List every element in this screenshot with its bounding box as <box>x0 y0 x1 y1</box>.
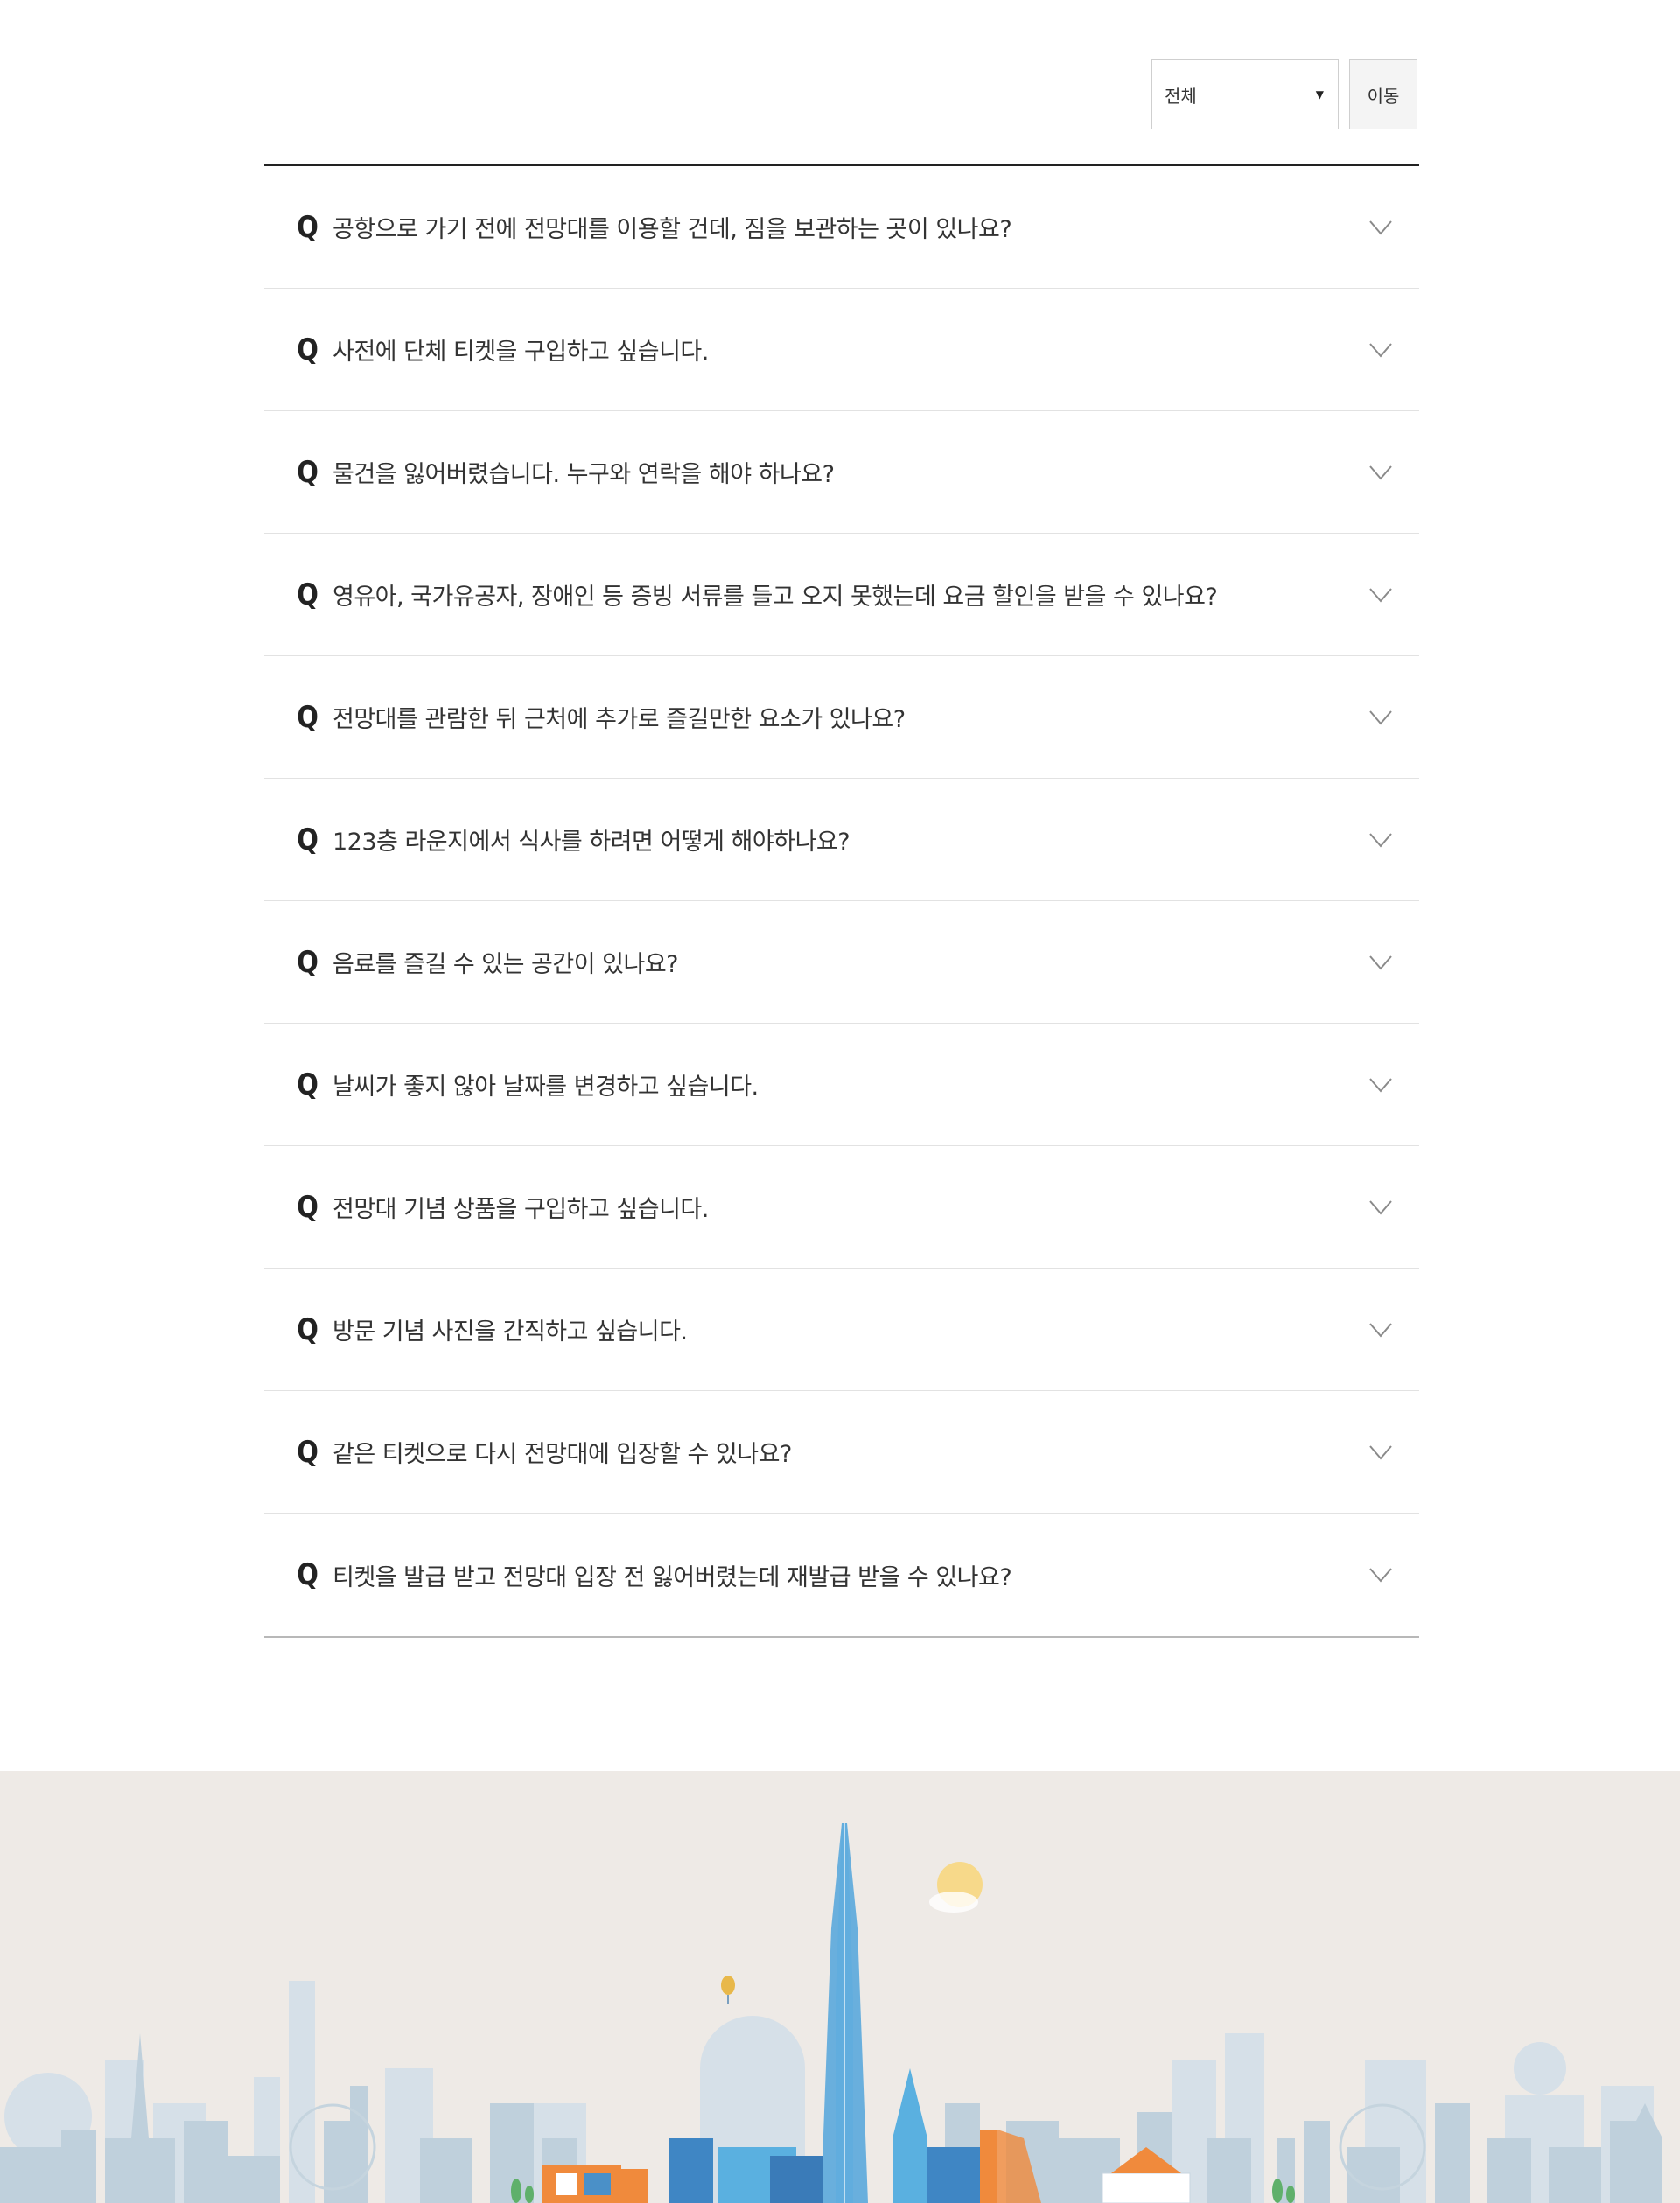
question-marker: Q <box>297 1189 318 1225</box>
question-marker: Q <box>297 944 318 980</box>
question-marker: Q <box>297 209 318 245</box>
faq-item[interactable]: Q 사전에 단체 티켓을 구입하고 싶습니다. <box>264 289 1419 411</box>
question-marker: Q <box>297 332 318 367</box>
dropdown-arrow-icon: ▼ <box>1315 88 1324 101</box>
faq-question-text: 123층 라운지에서 식사를 하려면 어떻게 해야하나요? <box>332 829 850 856</box>
faq-question-text: 같은 티켓으로 다시 전망대에 입장할 수 있나요? <box>332 1441 792 1468</box>
faq-item[interactable]: Q 음료를 즐길 수 있는 공간이 있나요? <box>264 901 1419 1024</box>
footer-skyline-illustration <box>0 1771 1680 2203</box>
question-marker: Q <box>297 699 318 735</box>
category-select-value: 전체 <box>1165 85 1197 107</box>
faq-item[interactable]: Q 전망대 기념 상품을 구입하고 싶습니다. <box>264 1146 1419 1269</box>
faq-list: Q 공항으로 가기 전에 전망대를 이용할 건데, 짐을 보관하는 곳이 있나요?… <box>264 164 1419 1638</box>
chevron-down-icon[interactable] <box>1368 1077 1393 1093</box>
faq-question-text: 방문 기념 사진을 간직하고 싶습니다. <box>332 1318 688 1346</box>
city-skyline-image <box>0 1823 1662 2203</box>
chevron-down-icon[interactable] <box>1368 1322 1393 1338</box>
chevron-down-icon[interactable] <box>1368 1199 1393 1215</box>
faq-item[interactable]: Q 물건을 잃어버렸습니다. 누구와 연락을 해야 하나요? <box>264 411 1419 534</box>
chevron-down-icon[interactable] <box>1368 832 1393 848</box>
faq-question-text: 티켓을 발급 받고 전망대 입장 전 잃어버렸는데 재발급 받을 수 있나요? <box>332 1563 1012 1591</box>
chevron-down-icon[interactable] <box>1368 710 1393 725</box>
faq-item[interactable]: Q 공항으로 가기 전에 전망대를 이용할 건데, 짐을 보관하는 곳이 있나요? <box>264 166 1419 289</box>
chevron-down-icon[interactable] <box>1368 342 1393 358</box>
category-select[interactable]: 전체 ▼ <box>1152 59 1339 129</box>
faq-question-text: 물건을 잃어버렸습니다. 누구와 연락을 해야 하나요? <box>332 461 835 488</box>
chevron-down-icon[interactable] <box>1368 220 1393 235</box>
faq-question-text: 날씨가 좋지 않아 날짜를 변경하고 싶습니다. <box>332 1074 759 1101</box>
go-button[interactable]: 이동 <box>1349 59 1418 129</box>
faq-question-text: 음료를 즐길 수 있는 공간이 있나요? <box>332 951 679 978</box>
question-marker: Q <box>297 1434 318 1470</box>
faq-question-text: 사전에 단체 티켓을 구입하고 싶습니다. <box>332 339 709 366</box>
faq-item[interactable]: Q 방문 기념 사진을 간직하고 싶습니다. <box>264 1269 1419 1391</box>
faq-item[interactable]: Q 티켓을 발급 받고 전망대 입장 전 잃어버렸는데 재발급 받을 수 있나요? <box>264 1514 1419 1636</box>
question-marker: Q <box>297 454 318 490</box>
faq-item[interactable]: Q 영유아, 국가유공자, 장애인 등 증빙 서류를 들고 오지 못했는데 요금 … <box>264 534 1419 656</box>
question-marker: Q <box>297 1311 318 1347</box>
chevron-down-icon[interactable] <box>1368 587 1393 603</box>
question-marker: Q <box>297 577 318 612</box>
chevron-down-icon[interactable] <box>1368 1444 1393 1460</box>
faq-question-text: 전망대를 관람한 뒤 근처에 추가로 즐길만한 요소가 있나요? <box>332 706 906 733</box>
faq-question-text: 전망대 기념 상품을 구입하고 싶습니다. <box>332 1196 709 1223</box>
faq-question-text: 공항으로 가기 전에 전망대를 이용할 건데, 짐을 보관하는 곳이 있나요? <box>332 216 1012 243</box>
faq-item[interactable]: Q 같은 티켓으로 다시 전망대에 입장할 수 있나요? <box>264 1391 1419 1514</box>
question-marker: Q <box>297 822 318 857</box>
category-filter-bar: 전체 ▼ 이동 <box>1152 59 1419 131</box>
faq-item[interactable]: Q 날씨가 좋지 않아 날짜를 변경하고 싶습니다. <box>264 1024 1419 1146</box>
question-marker: Q <box>297 1067 318 1102</box>
faq-question-text: 영유아, 국가유공자, 장애인 등 증빙 서류를 들고 오지 못했는데 요금 할… <box>332 584 1218 611</box>
question-marker: Q <box>297 1557 318 1592</box>
chevron-down-icon[interactable] <box>1368 1567 1393 1583</box>
faq-item[interactable]: Q 123층 라운지에서 식사를 하려면 어떻게 해야하나요? <box>264 779 1419 901</box>
chevron-down-icon[interactable] <box>1368 465 1393 480</box>
faq-item[interactable]: Q 전망대를 관람한 뒤 근처에 추가로 즐길만한 요소가 있나요? <box>264 656 1419 779</box>
chevron-down-icon[interactable] <box>1368 955 1393 970</box>
